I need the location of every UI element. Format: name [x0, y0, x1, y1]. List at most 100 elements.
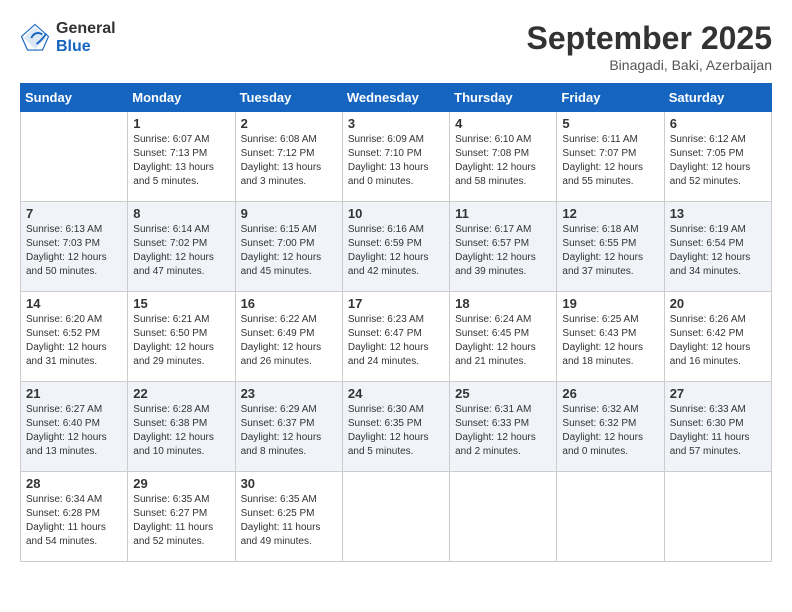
day-number: 27	[670, 386, 766, 401]
day-number: 20	[670, 296, 766, 311]
day-info: Sunrise: 6:34 AMSunset: 6:28 PMDaylight:…	[26, 493, 122, 549]
day-number: 18	[455, 296, 551, 311]
calendar-week-row: 14 Sunrise: 6:20 AMSunset: 6:52 PMDayligh…	[21, 292, 772, 382]
day-number: 14	[26, 296, 122, 311]
day-of-week-header: Wednesday	[342, 84, 449, 112]
day-info: Sunrise: 6:26 AMSunset: 6:42 PMDaylight:…	[670, 313, 766, 369]
calendar-cell: 17Sunrise: 6:23 AMSunset: 6:47 PMDayligh…	[342, 292, 449, 382]
day-number: 16	[241, 296, 337, 311]
day-info: Sunrise: 6:09 AMSunset: 7:10 PMDaylight:…	[348, 133, 444, 189]
calendar-cell: 19 Sunrise: 6:25 AMSunset: 6:43 PMDayligh…	[557, 292, 664, 382]
day-of-week-header: Friday	[557, 84, 664, 112]
calendar-table: SundayMondayTuesdayWednesdayThursdayFrid…	[20, 83, 772, 562]
calendar-cell: 10 Sunrise: 6:16 AMSunset: 6:59 PMDayligh…	[342, 202, 449, 292]
calendar-cell: 21Sunrise: 6:27 AMSunset: 6:40 PMDayligh…	[21, 382, 128, 472]
day-info: Sunrise: 6:29 AMSunset: 6:37 PMDaylight:…	[241, 403, 337, 459]
calendar-cell: 28 Sunrise: 6:34 AMSunset: 6:28 PMDayligh…	[21, 472, 128, 562]
day-info: Sunrise: 6:12 AMSunset: 7:05 PMDaylight:…	[670, 133, 766, 189]
calendar-week-row: 7 Sunrise: 6:13 AMSunset: 7:03 PMDaylight…	[21, 202, 772, 292]
day-info: Sunrise: 6:10 AMSunset: 7:08 PMDaylight:…	[455, 133, 551, 189]
location-subtitle: Binagadi, Baki, Azerbaijan	[527, 57, 772, 73]
day-number: 2	[241, 116, 337, 131]
day-info: Sunrise: 6:22 AMSunset: 6:49 PMDaylight:…	[241, 313, 337, 369]
day-number: 23	[241, 386, 337, 401]
day-number: 7	[26, 206, 122, 221]
calendar-cell: 20 Sunrise: 6:26 AMSunset: 6:42 PMDayligh…	[664, 292, 771, 382]
logo-text: General Blue	[56, 20, 116, 55]
calendar-cell: 15Sunrise: 6:21 AMSunset: 6:50 PMDayligh…	[128, 292, 235, 382]
calendar-cell: 3 Sunrise: 6:09 AMSunset: 7:10 PMDaylight…	[342, 112, 449, 202]
calendar-cell: 12 Sunrise: 6:18 AMSunset: 6:55 PMDayligh…	[557, 202, 664, 292]
day-info: Sunrise: 6:32 AMSunset: 6:32 PMDaylight:…	[562, 403, 658, 459]
day-number: 12	[562, 206, 658, 221]
calendar-cell: 2Sunrise: 6:08 AMSunset: 7:12 PMDaylight…	[235, 112, 342, 202]
calendar-cell: 23 Sunrise: 6:29 AMSunset: 6:37 PMDayligh…	[235, 382, 342, 472]
calendar-cell	[450, 472, 557, 562]
day-info: Sunrise: 6:15 AMSunset: 7:00 PMDaylight:…	[241, 223, 337, 279]
calendar-cell: 9 Sunrise: 6:15 AMSunset: 7:00 PMDaylight…	[235, 202, 342, 292]
day-info: Sunrise: 6:24 AMSunset: 6:45 PMDaylight:…	[455, 313, 551, 369]
day-number: 4	[455, 116, 551, 131]
day-info: Sunrise: 6:13 AMSunset: 7:03 PMDaylight:…	[26, 223, 122, 279]
day-info: Sunrise: 6:17 AMSunset: 6:57 PMDaylight:…	[455, 223, 551, 279]
day-of-week-header: Saturday	[664, 84, 771, 112]
calendar-cell: 27 Sunrise: 6:33 AMSunset: 6:30 PMDayligh…	[664, 382, 771, 472]
day-number: 19	[562, 296, 658, 311]
day-info: Sunrise: 6:07 AMSunset: 7:13 PMDaylight:…	[133, 133, 229, 189]
calendar-cell: 11 Sunrise: 6:17 AMSunset: 6:57 PMDayligh…	[450, 202, 557, 292]
day-info: Sunrise: 6:33 AMSunset: 6:30 PMDaylight:…	[670, 403, 766, 459]
day-number: 28	[26, 476, 122, 491]
calendar-cell: 30Sunrise: 6:35 AMSunset: 6:25 PMDayligh…	[235, 472, 342, 562]
day-info: Sunrise: 6:25 AMSunset: 6:43 PMDaylight:…	[562, 313, 658, 369]
calendar-cell: 25Sunrise: 6:31 AMSunset: 6:33 PMDayligh…	[450, 382, 557, 472]
calendar-cell	[342, 472, 449, 562]
day-info: Sunrise: 6:18 AMSunset: 6:55 PMDaylight:…	[562, 223, 658, 279]
day-number: 9	[241, 206, 337, 221]
day-number: 22	[133, 386, 229, 401]
day-number: 10	[348, 206, 444, 221]
day-number: 29	[133, 476, 229, 491]
day-number: 11	[455, 206, 551, 221]
month-title: September 2025	[527, 20, 772, 57]
day-number: 26	[562, 386, 658, 401]
day-info: Sunrise: 6:16 AMSunset: 6:59 PMDaylight:…	[348, 223, 444, 279]
logo-icon	[20, 23, 50, 53]
calendar-week-row: 1 Sunrise: 6:07 AMSunset: 7:13 PMDaylight…	[21, 112, 772, 202]
day-info: Sunrise: 6:35 AMSunset: 6:27 PMDaylight:…	[133, 493, 229, 549]
day-number: 15	[133, 296, 229, 311]
calendar-cell	[664, 472, 771, 562]
day-number: 6	[670, 116, 766, 131]
day-info: Sunrise: 6:23 AMSunset: 6:47 PMDaylight:…	[348, 313, 444, 369]
day-number: 25	[455, 386, 551, 401]
calendar-cell: 26 Sunrise: 6:32 AMSunset: 6:32 PMDayligh…	[557, 382, 664, 472]
page-header: General Blue September 2025 Binagadi, Ba…	[20, 20, 772, 73]
logo-blue-text: Blue	[56, 38, 116, 56]
day-number: 3	[348, 116, 444, 131]
calendar-cell	[557, 472, 664, 562]
calendar-cell: 7 Sunrise: 6:13 AMSunset: 7:03 PMDaylight…	[21, 202, 128, 292]
day-info: Sunrise: 6:30 AMSunset: 6:35 PMDaylight:…	[348, 403, 444, 459]
calendar-cell	[21, 112, 128, 202]
calendar-cell: 14 Sunrise: 6:20 AMSunset: 6:52 PMDayligh…	[21, 292, 128, 382]
calendar-cell: 22Sunrise: 6:28 AMSunset: 6:38 PMDayligh…	[128, 382, 235, 472]
calendar-cell: 18 Sunrise: 6:24 AMSunset: 6:45 PMDayligh…	[450, 292, 557, 382]
day-of-week-header: Tuesday	[235, 84, 342, 112]
day-of-week-header: Sunday	[21, 84, 128, 112]
calendar-cell: 1 Sunrise: 6:07 AMSunset: 7:13 PMDaylight…	[128, 112, 235, 202]
calendar-cell: 13 Sunrise: 6:19 AMSunset: 6:54 PMDayligh…	[664, 202, 771, 292]
day-info: Sunrise: 6:14 AMSunset: 7:02 PMDaylight:…	[133, 223, 229, 279]
day-of-week-header: Thursday	[450, 84, 557, 112]
day-info: Sunrise: 6:19 AMSunset: 6:54 PMDaylight:…	[670, 223, 766, 279]
calendar-week-row: 21Sunrise: 6:27 AMSunset: 6:40 PMDayligh…	[21, 382, 772, 472]
day-info: Sunrise: 6:20 AMSunset: 6:52 PMDaylight:…	[26, 313, 122, 369]
day-number: 1	[133, 116, 229, 131]
calendar-header-row: SundayMondayTuesdayWednesdayThursdayFrid…	[21, 84, 772, 112]
calendar-cell: 6 Sunrise: 6:12 AMSunset: 7:05 PMDaylight…	[664, 112, 771, 202]
day-info: Sunrise: 6:27 AMSunset: 6:40 PMDaylight:…	[26, 403, 122, 459]
day-number: 30	[241, 476, 337, 491]
title-block: September 2025 Binagadi, Baki, Azerbaija…	[527, 20, 772, 73]
day-number: 24	[348, 386, 444, 401]
logo-general-text: General	[56, 20, 116, 38]
day-number: 13	[670, 206, 766, 221]
logo: General Blue	[20, 20, 116, 55]
